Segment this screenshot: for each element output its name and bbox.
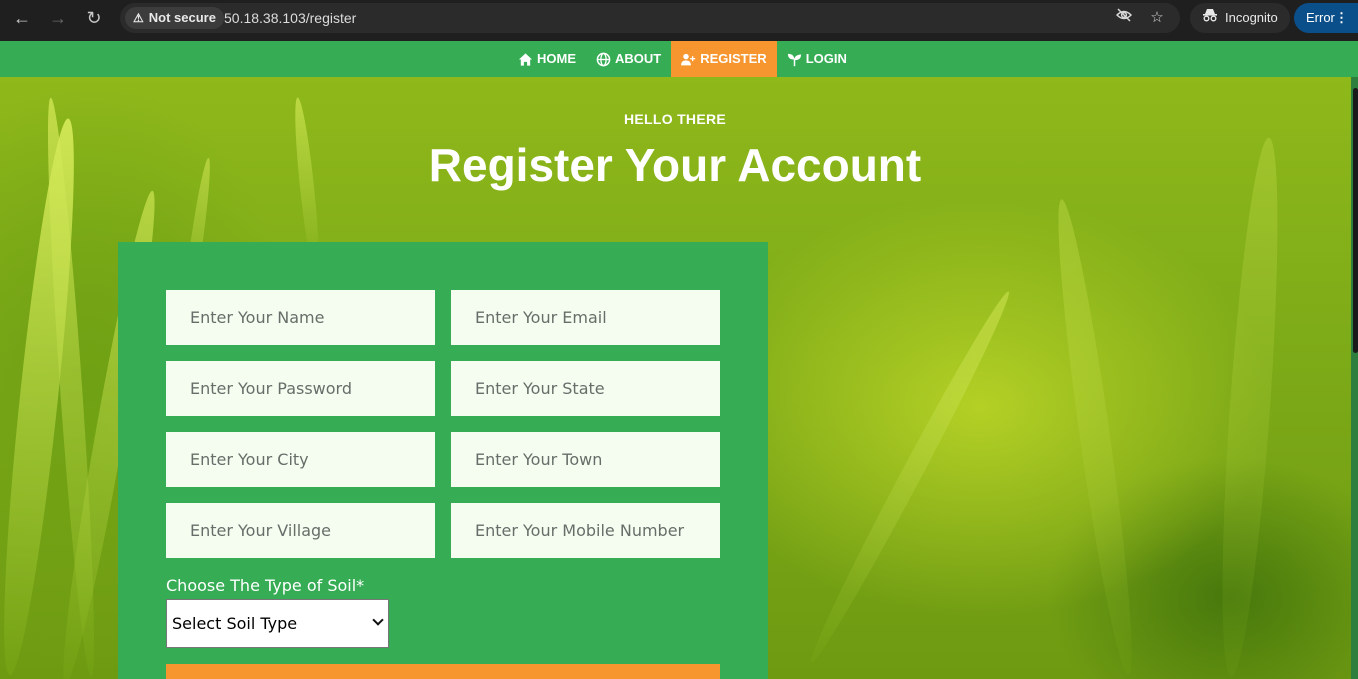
page-title: Register Your Account bbox=[428, 139, 922, 191]
address-bar[interactable]: ⚠ Not secure 50.18.38.103/register ☆ bbox=[120, 3, 1180, 33]
nav-item-label: ABOUT bbox=[615, 51, 662, 66]
password-input[interactable] bbox=[166, 361, 435, 416]
bookmark-star-icon[interactable]: ☆ bbox=[1146, 7, 1168, 29]
site-navbar: HOME ABOUT REGISTER LOGIN bbox=[0, 41, 1358, 77]
chevron-down-icon bbox=[372, 614, 384, 626]
nav-item-home[interactable]: HOME bbox=[508, 41, 586, 77]
incognito-icon bbox=[1202, 3, 1218, 33]
page-scrollbar-thumb[interactable] bbox=[1353, 88, 1358, 353]
globe-icon bbox=[596, 52, 611, 66]
home-icon bbox=[518, 52, 533, 66]
browser-toolbar: ← → ↻ ⚠ Not secure 50.18.38.103/register… bbox=[0, 0, 1358, 41]
town-input[interactable] bbox=[451, 432, 720, 487]
nav-item-label: LOGIN bbox=[805, 51, 847, 66]
soil-type-select[interactable]: Select Soil Type bbox=[166, 599, 389, 648]
forward-arrow-icon[interactable]: → bbox=[44, 6, 72, 30]
register-submit-button[interactable] bbox=[166, 664, 720, 679]
nav-item-label: HOME bbox=[537, 51, 576, 66]
incognito-chip[interactable]: Incognito bbox=[1190, 3, 1290, 33]
soil-type-selected-value: Select Soil Type bbox=[172, 614, 298, 633]
email-input[interactable] bbox=[451, 290, 720, 345]
url-text[interactable]: 50.18.38.103/register bbox=[224, 3, 356, 33]
security-chip[interactable]: ⚠ Not secure bbox=[125, 7, 224, 29]
village-input[interactable] bbox=[166, 503, 435, 558]
soil-type-label: Choose The Type of Soil* bbox=[166, 576, 365, 595]
city-input[interactable] bbox=[166, 432, 435, 487]
kebab-menu-icon[interactable]: ⋮ bbox=[1335, 3, 1348, 33]
nav-item-login[interactable]: LOGIN bbox=[777, 41, 857, 77]
nav-item-register[interactable]: REGISTER bbox=[671, 41, 777, 77]
user-plus-icon bbox=[681, 53, 696, 65]
nav-item-about[interactable]: ABOUT bbox=[586, 41, 671, 77]
incognito-label: Incognito bbox=[1225, 10, 1278, 25]
nav-item-label: REGISTER bbox=[700, 51, 767, 66]
back-arrow-icon[interactable]: ← bbox=[8, 6, 36, 30]
security-label: Not secure bbox=[148, 10, 216, 25]
hero-eyebrow: HELLO THERE bbox=[623, 111, 727, 127]
name-input[interactable] bbox=[166, 290, 435, 345]
warning-triangle-icon: ⚠ bbox=[133, 11, 144, 25]
eye-off-icon[interactable] bbox=[1113, 7, 1135, 29]
error-label: Error bbox=[1306, 10, 1335, 25]
state-input[interactable] bbox=[451, 361, 720, 416]
mobile-number-input[interactable] bbox=[451, 503, 720, 558]
seedling-icon bbox=[787, 53, 801, 66]
reload-icon[interactable]: ↻ bbox=[80, 6, 108, 30]
error-chip[interactable]: Error ⋮ bbox=[1294, 3, 1358, 33]
